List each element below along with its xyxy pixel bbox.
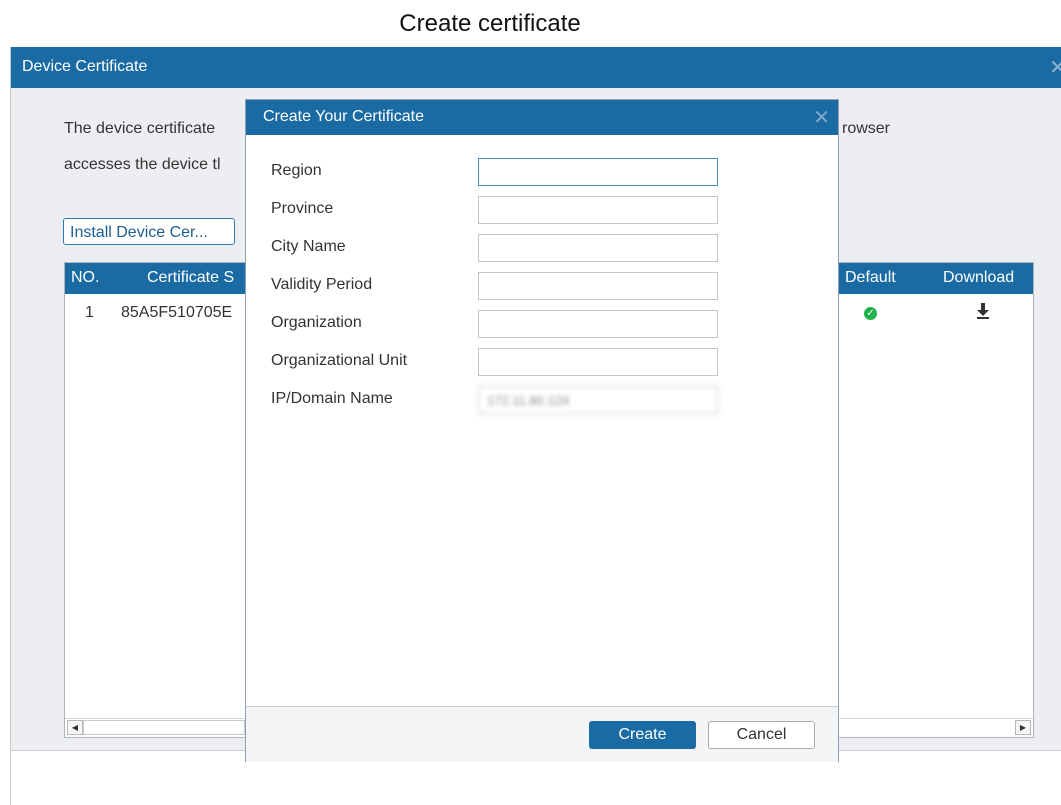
description-line-2: accesses the device tl xyxy=(64,156,221,173)
region-field[interactable] xyxy=(478,158,718,186)
cancel-button[interactable]: Cancel xyxy=(708,721,815,749)
organizational-unit-field[interactable] xyxy=(478,348,718,376)
dialog-footer: Create Cancel xyxy=(246,706,838,762)
dialog-titlebar: Create Your Certificate ✕ xyxy=(246,100,838,135)
close-icon[interactable]: ✕ xyxy=(1049,55,1061,80)
organizational-unit-label: Organizational Unit xyxy=(271,352,408,369)
dialog-title: Create Your Certificate xyxy=(263,108,424,125)
download-icon[interactable] xyxy=(976,302,990,320)
city-name-field[interactable] xyxy=(478,234,718,262)
scroll-left-arrow-icon[interactable]: ◀ xyxy=(67,720,83,735)
row-no: 1 xyxy=(85,304,94,321)
check-circle-icon: ✓ xyxy=(864,307,877,320)
province-label: Province xyxy=(271,200,334,217)
create-button[interactable]: Create xyxy=(589,721,696,749)
ip-domain-name-label: IP/Domain Name xyxy=(271,390,393,407)
region-label: Region xyxy=(271,162,322,179)
validity-period-field[interactable] xyxy=(478,272,718,300)
column-header-download: Download xyxy=(943,269,1015,286)
province-field[interactable] xyxy=(478,196,718,224)
install-device-certificate-button[interactable]: Install Device Cer... xyxy=(63,218,235,245)
column-header-certificate: Certificate S xyxy=(147,269,235,286)
column-header-default: Default xyxy=(845,269,896,286)
description-line-1-tail: rowser xyxy=(842,120,891,137)
scroll-right-arrow-icon[interactable]: ▶ xyxy=(1015,720,1031,735)
city-name-label: City Name xyxy=(271,238,346,255)
ip-domain-name-field[interactable] xyxy=(478,386,718,414)
page-caption: Create certificate xyxy=(399,10,581,37)
window-titlebar: Device Certificate ✕ xyxy=(11,47,1061,88)
organization-field[interactable] xyxy=(478,310,718,338)
validity-period-label: Validity Period xyxy=(271,276,373,293)
create-certificate-dialog: Create Your Certificate ✕ Region Provinc… xyxy=(245,99,839,762)
window-title: Device Certificate xyxy=(22,58,148,75)
scrollbar-thumb[interactable] xyxy=(83,720,245,735)
dialog-close-icon[interactable]: ✕ xyxy=(813,105,830,130)
organization-label: Organization xyxy=(271,314,362,331)
column-header-no: NO. xyxy=(71,269,100,286)
description-line-1: The device certificate xyxy=(64,120,216,137)
row-certificate: 85A5F510705E xyxy=(121,304,233,321)
